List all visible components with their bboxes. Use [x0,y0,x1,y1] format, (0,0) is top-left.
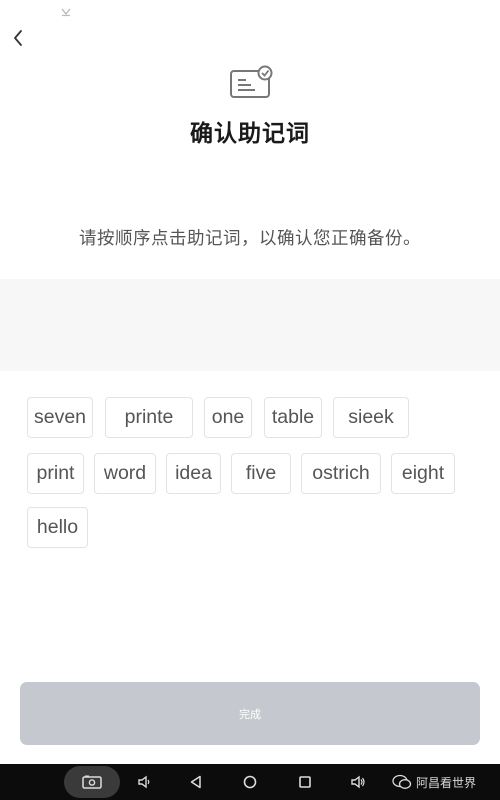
word-chip[interactable]: eight [391,453,455,494]
watermark: 阿昌看世界 [392,764,476,800]
chevron-left-icon [14,30,22,46]
recent-square-icon[interactable] [293,764,317,800]
home-circle-icon[interactable] [238,764,262,800]
wechat-logo-icon [392,774,412,789]
word-chip[interactable]: printe [105,397,193,438]
word-chip[interactable]: hello [27,507,88,548]
screenshot-icon[interactable] [64,766,120,798]
back-triangle-icon[interactable] [184,764,208,800]
page-title: 确认助记词 [190,121,310,147]
word-chip[interactable]: one [204,397,252,438]
word-chip[interactable]: ostrich [301,453,381,494]
word-chip[interactable]: seven [27,397,93,438]
word-chip[interactable]: table [264,397,322,438]
word-chip[interactable]: word [94,453,156,494]
watermark-text: 阿昌看世界 [416,775,477,790]
word-chip[interactable]: sieek [333,397,409,438]
selected-words-area[interactable] [0,279,500,371]
volume-up-icon[interactable] [346,764,370,800]
volume-down-icon[interactable] [132,764,156,800]
word-chip[interactable]: idea [166,453,221,494]
notification-icon [60,2,72,17]
word-chip[interactable]: five [231,453,291,494]
word-chip[interactable]: print [27,453,84,494]
instruction-text: 请按顺序点击助记词，以确认您正确备份。 [79,229,421,249]
back-button[interactable] [4,24,32,52]
done-button[interactable]: 完成 [20,682,480,745]
card-check-icon [229,65,275,101]
